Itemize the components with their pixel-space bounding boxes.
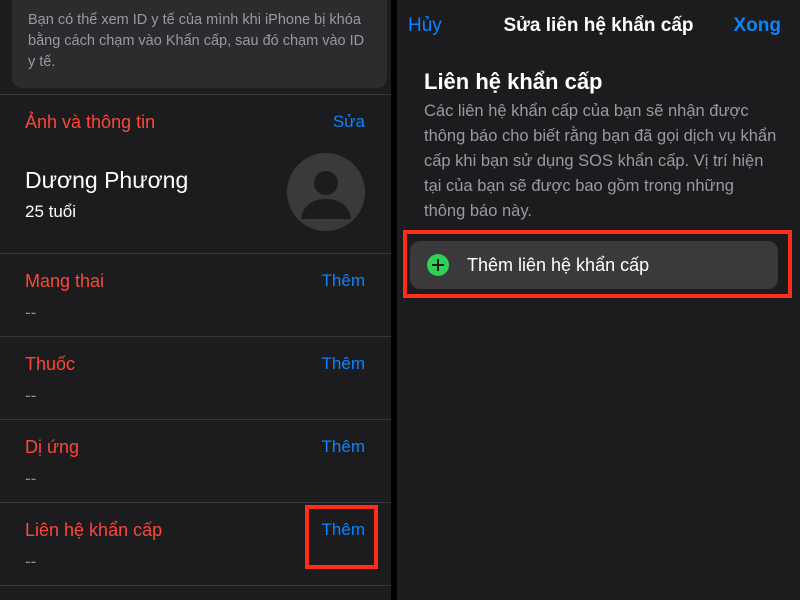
divider: [0, 253, 391, 254]
cancel-button[interactable]: Hủy: [408, 14, 442, 38]
section-value: --: [25, 552, 37, 571]
plus-circle-icon: [427, 254, 449, 276]
allergies-section: Dị ứng Thêm --: [0, 435, 391, 517]
section-title: Liên hệ khẩn cấp: [25, 520, 163, 540]
edit-emergency-contacts-screen: Sửa liên hệ khẩn cấp Hủy Xong Liên hệ kh…: [397, 0, 800, 600]
info-note: Bạn có thể xem ID y tế của mình khi iPho…: [12, 0, 387, 88]
add-pregnancy-button[interactable]: Thêm: [322, 269, 365, 293]
edit-button[interactable]: Sửa: [333, 110, 365, 134]
add-emergency-contact-button[interactable]: Thêm liên hệ khẩn cấp: [410, 241, 778, 289]
medical-id-screen: Bạn có thể xem ID y tế của mình khi iPho…: [0, 0, 391, 600]
add-emergency-contact-button[interactable]: Thêm: [322, 518, 365, 542]
done-button[interactable]: Xong: [734, 14, 782, 38]
section-title: Mang thai: [25, 271, 105, 291]
add-allergy-button[interactable]: Thêm: [322, 435, 365, 459]
divider: [0, 502, 391, 503]
section-title: Thuốc: [25, 354, 76, 374]
pregnancy-section: Mang thai Thêm --: [0, 269, 391, 351]
divider: [0, 419, 391, 420]
divider: [0, 336, 391, 337]
section-value: --: [25, 469, 37, 488]
person-silhouette-icon: [301, 171, 351, 219]
section-title: Dị ứng: [25, 437, 80, 457]
add-emergency-contact-label: Thêm liên hệ khẩn cấp: [467, 255, 650, 275]
section-description: Các liên hệ khẩn cấp của bạn sẽ nhận đượ…: [424, 102, 777, 220]
section-value: --: [25, 386, 37, 405]
profile-name: Dương Phương: [25, 167, 189, 193]
add-medication-button[interactable]: Thêm: [322, 352, 365, 376]
info-note-text: Bạn có thể xem ID y tế của mình khi iPho…: [28, 12, 365, 70]
avatar[interactable]: [287, 153, 365, 231]
section-value: --: [25, 303, 37, 322]
medications-section: Thuốc Thêm --: [0, 352, 391, 434]
section-title: Ảnh và thông tin: [25, 112, 156, 132]
section-heading: Liên hệ khẩn cấp: [424, 69, 603, 94]
divider: [0, 94, 391, 95]
divider: [0, 585, 391, 586]
emergency-contacts-section: Liên hệ khẩn cấp Thêm --: [0, 518, 391, 600]
profile-age: 25 tuổi: [25, 202, 77, 221]
